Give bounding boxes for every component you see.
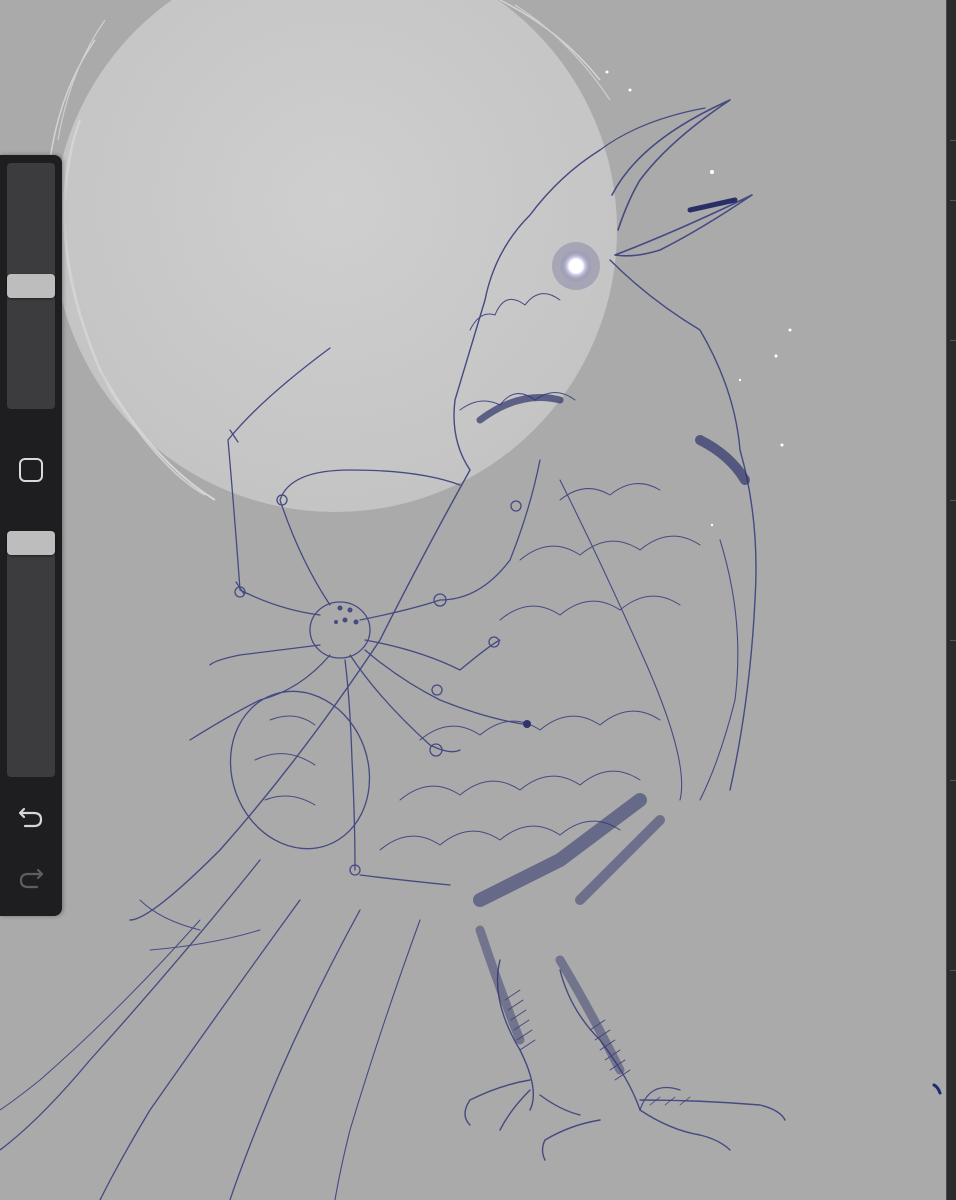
moon [49, 0, 617, 512]
undo-icon [18, 807, 43, 828]
brush-size-slider-thumb[interactable] [7, 274, 55, 298]
raven-eye [552, 242, 600, 290]
brush-size-slider[interactable] [7, 163, 55, 409]
drawing-canvas[interactable] [0, 0, 946, 1200]
opacity-slider[interactable] [7, 531, 55, 777]
square-icon [19, 458, 43, 482]
artwork [0, 0, 942, 1200]
canvas-right-edge [946, 0, 956, 1200]
side-toolbar [0, 155, 62, 916]
sparkles [605, 70, 792, 527]
undo-button[interactable] [15, 800, 47, 832]
redo-icon [19, 868, 44, 889]
modify-button[interactable] [16, 455, 46, 485]
opacity-slider-thumb[interactable] [7, 531, 55, 555]
app-window [0, 0, 956, 1200]
redo-button[interactable] [15, 861, 47, 893]
